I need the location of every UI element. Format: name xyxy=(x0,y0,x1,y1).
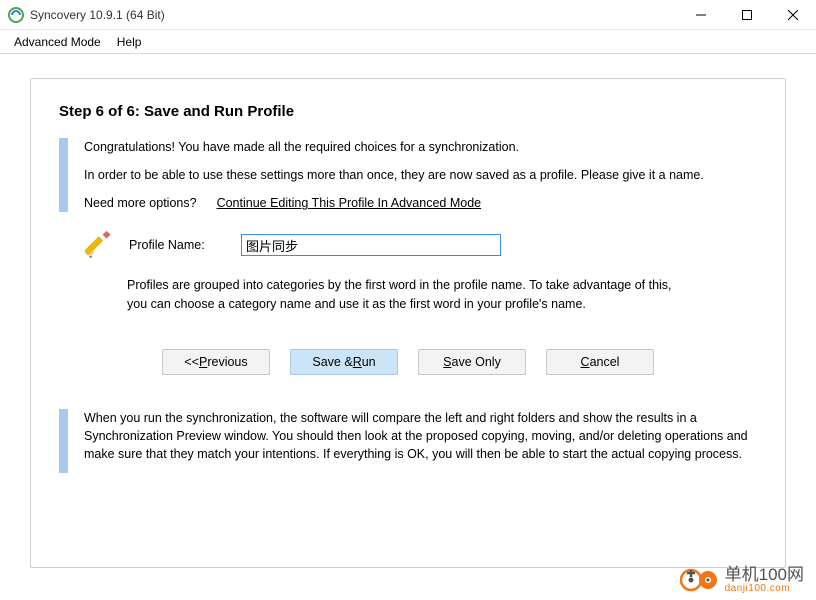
intro-line2: In order to be able to use these setting… xyxy=(84,166,757,184)
continue-advanced-link[interactable]: Continue Editing This Profile In Advance… xyxy=(217,194,482,212)
save-only-button[interactable]: Save Only xyxy=(418,349,526,375)
watermark-sub: danji100.com xyxy=(725,584,804,594)
accent-bar xyxy=(59,409,68,473)
save-run-button[interactable]: Save & Run xyxy=(290,349,398,375)
button-row: << Previous Save & Run Save Only Cancel xyxy=(59,349,757,375)
close-button[interactable] xyxy=(770,0,816,30)
menubar: Advanced Mode Help xyxy=(0,30,816,54)
previous-button[interactable]: << Previous xyxy=(162,349,270,375)
step-title: Step 6 of 6: Save and Run Profile xyxy=(59,103,757,120)
menu-help[interactable]: Help xyxy=(109,32,150,52)
window-title: Syncovery 10.9.1 (64 Bit) xyxy=(30,8,165,22)
profile-name-label: Profile Name: xyxy=(129,238,241,252)
profile-name-input[interactable] xyxy=(241,234,501,256)
footer-text: When you run the synchronization, the so… xyxy=(84,409,757,463)
wizard-panel: Step 6 of 6: Save and Run Profile Congra… xyxy=(30,78,786,568)
minimize-button[interactable] xyxy=(678,0,724,30)
pencil-icon xyxy=(85,230,115,260)
cancel-button[interactable]: Cancel xyxy=(546,349,654,375)
intro-line1: Congratulations! You have made all the r… xyxy=(84,138,757,156)
menu-advanced-mode[interactable]: Advanced Mode xyxy=(6,32,109,52)
category-hint: Profiles are grouped into categories by … xyxy=(127,276,687,312)
profile-name-row: Profile Name: xyxy=(85,230,757,260)
watermark: 单机100网 danji100.com xyxy=(680,566,804,594)
accent-bar xyxy=(59,138,68,212)
watermark-icon xyxy=(680,567,720,593)
maximize-button[interactable] xyxy=(724,0,770,30)
need-more-label: Need more options? xyxy=(84,194,197,212)
watermark-main: 单机100网 xyxy=(725,566,804,583)
window-controls xyxy=(678,0,816,30)
titlebar: Syncovery 10.9.1 (64 Bit) xyxy=(0,0,816,30)
app-icon xyxy=(8,7,24,23)
